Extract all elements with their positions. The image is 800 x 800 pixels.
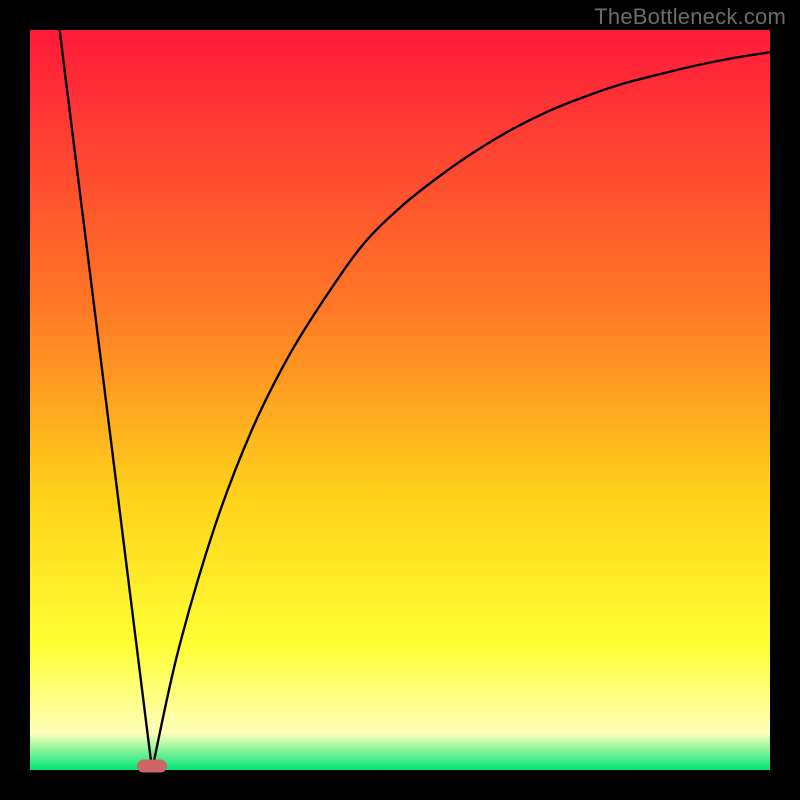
plot-area: [30, 30, 770, 770]
bottleneck-chart-svg: [30, 30, 770, 770]
chart-frame: TheBottleneck.com: [0, 0, 800, 800]
watermark-text: TheBottleneck.com: [594, 4, 786, 30]
gradient-background: [30, 30, 770, 770]
optimal-point-marker: [137, 759, 167, 772]
